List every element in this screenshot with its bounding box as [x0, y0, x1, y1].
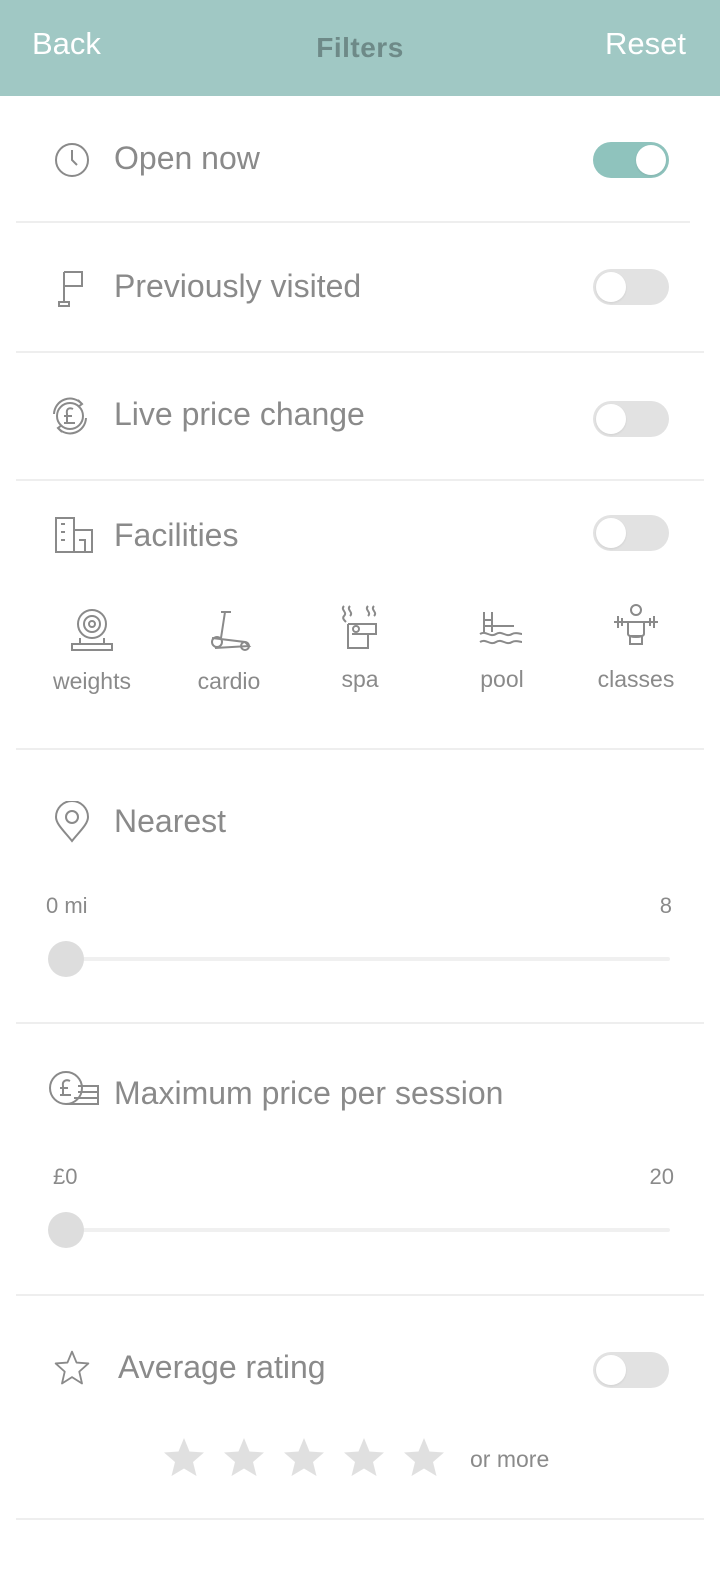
- spa-icon: [341, 605, 377, 649]
- open-now-toggle[interactable]: [593, 142, 669, 178]
- cardio-icon: [211, 611, 252, 651]
- facilities-toggle[interactable]: [593, 515, 669, 551]
- price-slider-thumb[interactable]: [48, 1212, 84, 1248]
- divider: [16, 221, 690, 223]
- toggle-knob: [596, 272, 626, 302]
- weights-icon: [71, 609, 113, 651]
- average-rating-toggle[interactable]: [593, 1352, 669, 1388]
- rating-star-5[interactable]: [402, 1436, 446, 1480]
- divider: [16, 1022, 704, 1024]
- facility-classes[interactable]: classes: [581, 602, 691, 693]
- rating-star-2[interactable]: [222, 1436, 266, 1480]
- toggle-knob: [596, 1355, 626, 1385]
- clock-icon: [50, 138, 94, 182]
- toggle-knob: [596, 518, 626, 548]
- facility-weights[interactable]: weights: [37, 604, 147, 695]
- live-price-change-label: Live price change: [114, 396, 365, 432]
- divider: [16, 1518, 704, 1520]
- building-icon: [52, 514, 96, 558]
- distance-slider-track[interactable]: [66, 957, 670, 961]
- facility-label: spa: [341, 666, 379, 692]
- facility-label: weights: [53, 668, 131, 694]
- toggle-knob: [596, 404, 626, 434]
- distance-min-label: 0 mi: [46, 893, 88, 918]
- facilities-label: Facilities: [114, 517, 239, 553]
- star-outline-icon: [52, 1348, 92, 1388]
- toggle-knob: [636, 145, 666, 175]
- rating-star-4[interactable]: [342, 1436, 386, 1480]
- divider: [16, 479, 704, 481]
- price-slider-track[interactable]: [66, 1228, 670, 1232]
- rating-star-1[interactable]: [162, 1436, 206, 1480]
- live-price-change-toggle[interactable]: [593, 401, 669, 437]
- nearest-label: Nearest: [114, 803, 227, 839]
- rating-or-more-label: or more: [470, 1446, 550, 1472]
- distance-slider-thumb[interactable]: [48, 941, 84, 977]
- classes-icon: [614, 604, 658, 645]
- facility-label: pool: [480, 666, 524, 692]
- facility-cardio[interactable]: cardio: [174, 604, 284, 695]
- facility-spa[interactable]: spa: [305, 602, 415, 693]
- price-change-icon: [48, 394, 92, 438]
- divider: [16, 748, 704, 750]
- facility-label: cardio: [197, 668, 261, 694]
- max-price-label: Maximum price per session: [114, 1075, 504, 1111]
- reset-button[interactable]: Reset: [605, 26, 686, 62]
- pound-coins-icon: [48, 1070, 102, 1114]
- divider: [16, 351, 704, 353]
- flag-icon: [50, 266, 94, 310]
- pool-icon: [479, 612, 523, 645]
- header-bar: Back Filters Reset: [0, 0, 720, 96]
- rating-star-3[interactable]: [282, 1436, 326, 1480]
- divider: [16, 1294, 704, 1296]
- open-now-label: Open now: [114, 140, 260, 176]
- previously-visited-label: Previously visited: [114, 268, 362, 304]
- distance-max-label: 8: [659, 893, 672, 918]
- price-min-label: £0: [53, 1164, 78, 1189]
- facility-label: classes: [597, 666, 675, 692]
- average-rating-label: Average rating: [118, 1349, 326, 1385]
- price-max-label: 20: [649, 1164, 674, 1189]
- previously-visited-toggle[interactable]: [593, 269, 669, 305]
- location-pin-icon: [50, 801, 94, 845]
- facility-pool[interactable]: pool: [447, 602, 557, 693]
